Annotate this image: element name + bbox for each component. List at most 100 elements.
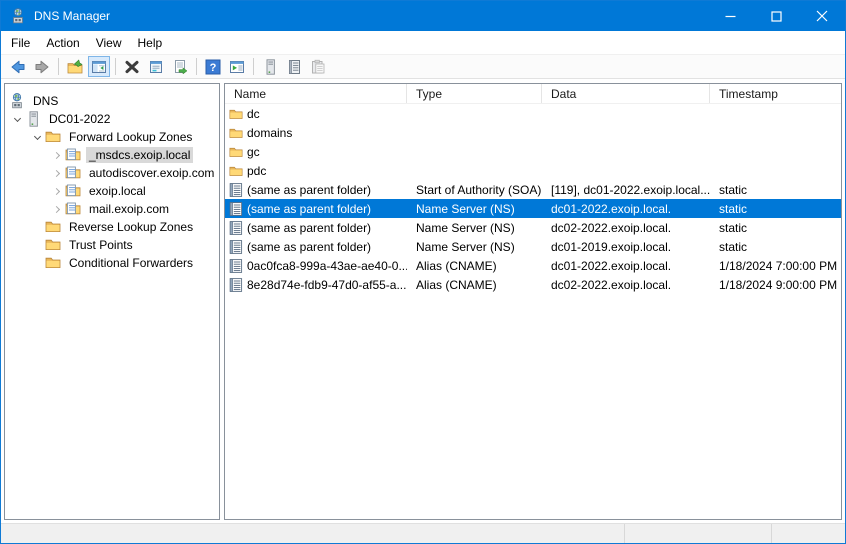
table-row[interactable]: pdc: [225, 161, 841, 180]
toolbar-separator: [196, 58, 197, 75]
up-one-level-button[interactable]: [64, 56, 86, 77]
table-row[interactable]: gc: [225, 142, 841, 161]
forward-button[interactable]: [31, 56, 53, 77]
back-button[interactable]: [7, 56, 29, 77]
status-section-right: [771, 524, 845, 543]
maximize-icon: [771, 11, 782, 22]
properties-icon: [148, 59, 164, 75]
chevron-collapsed-icon[interactable]: [49, 207, 65, 212]
status-section-main: [1, 524, 624, 543]
menu-view[interactable]: View: [88, 33, 130, 53]
toolbar-separator: [115, 58, 116, 75]
column-header-data[interactable]: Data: [542, 84, 710, 103]
record-icon: [229, 202, 243, 216]
server-icon: [262, 59, 278, 75]
table-row[interactable]: domains: [225, 123, 841, 142]
properties-button[interactable]: [145, 56, 167, 77]
chevron-expanded-icon[interactable]: [9, 118, 25, 121]
server-icon: [25, 111, 41, 127]
tree-item-reverse-lookup-zones[interactable]: Reverse Lookup Zones: [5, 218, 219, 236]
zone-folder-icon: [65, 165, 81, 181]
record-icon: [229, 221, 243, 235]
record-list-pane: Name Type Data Timestamp dc domains gc: [224, 83, 842, 520]
status-section-mid: [624, 524, 771, 543]
tree-item-msdcs-zone[interactable]: _msdcs.exoip.local: [5, 146, 219, 164]
delete-x-icon: [124, 59, 140, 75]
tree-item-dns-root[interactable]: DNS: [5, 92, 219, 110]
record-icon: [229, 240, 243, 254]
table-row-cname-record[interactable]: 0ac0fca8-999a-43ae-ae40-0... Alias (CNAM…: [225, 256, 841, 275]
table-row-soa-record[interactable]: (same as parent folder) Start of Authori…: [225, 180, 841, 199]
record-list-icon: [286, 59, 302, 75]
delete-button[interactable]: [121, 56, 143, 77]
toolbar-separator: [58, 58, 59, 75]
dns-root-icon: [9, 93, 25, 109]
export-list-icon: [172, 59, 188, 75]
export-list-button[interactable]: [169, 56, 191, 77]
up-folder-icon: [67, 59, 83, 75]
record-icon: [229, 183, 243, 197]
copy-button[interactable]: [307, 56, 329, 77]
column-header-type[interactable]: Type: [407, 84, 542, 103]
column-header-name[interactable]: Name: [225, 84, 407, 103]
folder-icon: [229, 126, 243, 140]
menu-file[interactable]: File: [3, 33, 38, 53]
folder-icon: [45, 237, 61, 253]
folder-icon: [229, 164, 243, 178]
forward-icon: [34, 59, 50, 75]
chevron-collapsed-icon[interactable]: [49, 189, 65, 194]
close-button[interactable]: [799, 1, 845, 31]
list-header: Name Type Data Timestamp: [225, 84, 841, 104]
folder-icon: [229, 145, 243, 159]
app-icon: [10, 8, 26, 24]
new-window-button[interactable]: [226, 56, 248, 77]
table-row-cname-record[interactable]: 8e28d74e-fdb9-47d0-af55-a... Alias (CNAM…: [225, 275, 841, 294]
titlebar[interactable]: DNS Manager: [1, 1, 845, 31]
folder-icon: [45, 129, 61, 145]
help-button[interactable]: ?: [202, 56, 224, 77]
chevron-collapsed-icon[interactable]: [49, 153, 65, 158]
toolbar: ?: [1, 54, 845, 79]
minimize-icon: [725, 11, 736, 22]
tree-item-conditional-forwarders[interactable]: Conditional Forwarders: [5, 254, 219, 272]
back-icon: [10, 59, 26, 75]
zone-folder-icon: [65, 201, 81, 217]
tree-item-autodiscover-zone[interactable]: autodiscover.exoip.com: [5, 164, 219, 182]
tree-item-forward-lookup-zones[interactable]: Forward Lookup Zones: [5, 128, 219, 146]
server-tool-button[interactable]: [259, 56, 281, 77]
window-title: DNS Manager: [34, 9, 707, 23]
table-row-ns-record-selected[interactable]: (same as parent folder) Name Server (NS)…: [225, 199, 841, 218]
folder-icon: [45, 219, 61, 235]
new-window-icon: [229, 59, 245, 75]
menu-bar: File Action View Help: [1, 31, 845, 54]
chevron-collapsed-icon[interactable]: [49, 171, 65, 176]
svg-text:?: ?: [210, 62, 217, 74]
table-row[interactable]: dc: [225, 104, 841, 123]
table-row-ns-record[interactable]: (same as parent folder) Name Server (NS)…: [225, 237, 841, 256]
status-bar: [1, 523, 845, 543]
console-tree-icon: [91, 59, 107, 75]
zone-folder-icon: [65, 183, 81, 199]
clipboard-icon: [310, 59, 326, 75]
record-icon: [229, 259, 243, 273]
table-row-ns-record[interactable]: (same as parent folder) Name Server (NS)…: [225, 218, 841, 237]
menu-action[interactable]: Action: [38, 33, 87, 53]
maximize-button[interactable]: [753, 1, 799, 31]
toolbar-separator: [253, 58, 254, 75]
tree-item-server[interactable]: DC01-2022: [5, 110, 219, 128]
chevron-expanded-icon[interactable]: [29, 136, 45, 139]
tree-item-trust-points[interactable]: Trust Points: [5, 236, 219, 254]
tree-item-exoip-local-zone[interactable]: exoip.local: [5, 182, 219, 200]
help-icon: ?: [205, 59, 221, 75]
record-list-button[interactable]: [283, 56, 305, 77]
column-header-timestamp[interactable]: Timestamp: [710, 84, 841, 103]
folder-icon: [45, 255, 61, 271]
minimize-button[interactable]: [707, 1, 753, 31]
tree-item-mail-zone[interactable]: mail.exoip.com: [5, 200, 219, 218]
menu-help[interactable]: Help: [130, 33, 171, 53]
close-icon: [816, 10, 828, 22]
zone-folder-icon: [65, 147, 81, 163]
dns-manager-window: DNS Manager File Action View Help: [0, 0, 846, 544]
show-console-tree-button[interactable]: [88, 56, 110, 77]
console-tree-pane: DNS DC01-2022 Forward Lookup Zones _msdc…: [4, 83, 220, 520]
